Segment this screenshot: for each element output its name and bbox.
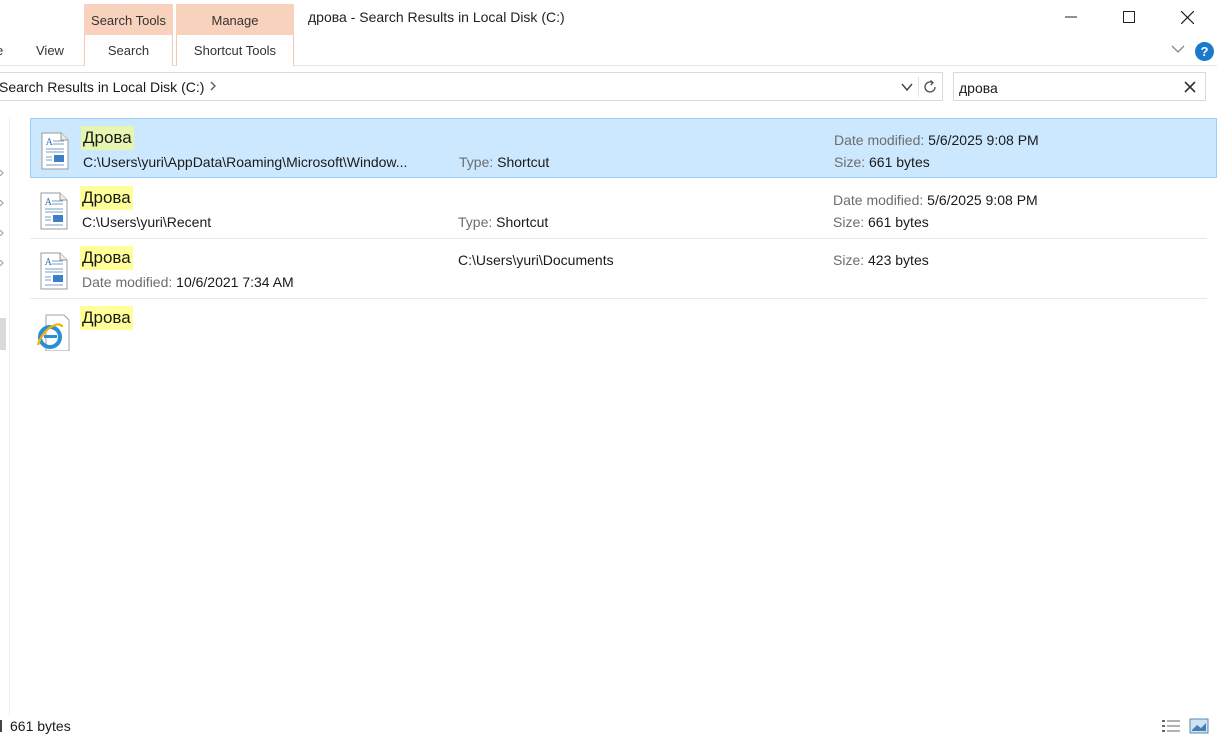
date-label: Date modified: [833, 192, 924, 208]
date-value: 10/6/2021 7:34 AM [176, 274, 294, 290]
expand-arrow-icon[interactable] [0, 260, 4, 266]
nav-selected-item[interactable] [0, 318, 6, 350]
maximize-button[interactable] [1100, 0, 1158, 34]
help-icon[interactable]: ? [1195, 42, 1214, 61]
file-size: Size: 661 bytes [834, 154, 930, 170]
breadcrumb[interactable]: Search Results in Local Disk (C:) [0, 79, 204, 95]
ribbon-tab-cut[interactable]: e [0, 35, 6, 66]
ribbon-tab-search[interactable]: Search [84, 35, 173, 66]
size-label: Size: [833, 214, 865, 230]
title-bar: e View Search Tools Search Manage Shortc… [0, 0, 1217, 66]
date-label: Date modified: [82, 274, 173, 290]
status-bar: 661 bytes [0, 715, 1217, 737]
file-name: Дрова [80, 246, 133, 270]
type-label: Type: [458, 214, 493, 230]
expand-arrow-icon[interactable] [0, 230, 4, 236]
date-modified: Date modified: 5/6/2025 9:08 PM [834, 132, 1039, 148]
navigation-pane[interactable] [0, 118, 10, 716]
expand-arrow-icon[interactable] [0, 200, 4, 206]
chevron-down-icon[interactable] [899, 79, 915, 95]
window-title: дрова - Search Results in Local Disk (C:… [308, 9, 565, 25]
shortcut-document-icon: A [41, 132, 69, 170]
type-value: Shortcut [497, 154, 550, 170]
search-input[interactable]: дрова [959, 80, 998, 96]
file-name: Дрова [80, 306, 133, 330]
status-text: 661 bytes [10, 718, 71, 734]
size-value: 423 bytes [868, 252, 929, 268]
address-bar[interactable]: Search Results in Local Disk (C:) [0, 72, 943, 101]
search-box[interactable]: дрова [953, 72, 1206, 101]
minimize-button[interactable] [1042, 0, 1100, 34]
details-view-icon[interactable] [1161, 718, 1181, 734]
date-modified: Date modified: 5/6/2025 9:08 PM [833, 192, 1038, 208]
large-icons-view-icon[interactable] [1189, 718, 1209, 734]
file-type: Type: Shortcut [459, 154, 549, 170]
chevron-down-icon[interactable] [1170, 41, 1186, 57]
chevron-right-icon[interactable] [207, 79, 219, 93]
manage-header: Manage [176, 4, 294, 35]
svg-text:A: A [44, 258, 52, 268]
result-row[interactable]: Дрова [30, 299, 1207, 359]
file-size: Size: 661 bytes [833, 214, 929, 230]
svg-text:A: A [45, 138, 53, 148]
refresh-icon[interactable] [921, 78, 939, 96]
divider [918, 77, 919, 97]
shortcut-document-icon: A [40, 192, 68, 230]
result-row[interactable]: A Дрова Date modified: 10/6/2021 7:34 AM… [30, 239, 1207, 299]
result-row[interactable]: A Дрова C:\Users\yuri\Recent Type: Short… [30, 179, 1207, 239]
size-label: Size: [833, 252, 865, 268]
svg-text:A: A [44, 198, 52, 208]
file-path: C:\Users\yuri\AppData\Roaming\Microsoft\… [83, 154, 408, 170]
file-path: C:\Users\yuri\Recent [82, 214, 212, 230]
type-label: Type: [459, 154, 494, 170]
type-value: Shortcut [496, 214, 549, 230]
close-button[interactable] [1158, 0, 1216, 34]
close-icon [1180, 10, 1194, 24]
file-location: C:\Users\yuri\Documents [458, 252, 614, 268]
date-value: 5/6/2025 9:08 PM [928, 132, 1039, 148]
status-divider [0, 720, 2, 732]
size-label: Size: [834, 154, 866, 170]
date-value: 5/6/2025 9:08 PM [927, 192, 1038, 208]
result-row[interactable]: A Дрова C:\Users\yuri\AppData\Roaming\Mi… [30, 118, 1217, 178]
file-size: Size: 423 bytes [833, 252, 929, 268]
text-document-icon: A [40, 252, 68, 290]
internet-explorer-shortcut-icon [36, 314, 70, 351]
size-value: 661 bytes [869, 154, 930, 170]
date-modified: Date modified: 10/6/2021 7:34 AM [82, 274, 294, 290]
ribbon-tab-view[interactable]: View [36, 35, 64, 66]
search-tools-header: Search Tools [84, 4, 173, 35]
file-name: Дрова [80, 186, 133, 210]
maximize-icon [1123, 11, 1135, 23]
clear-search-icon[interactable] [1183, 80, 1197, 94]
expand-arrow-icon[interactable] [0, 170, 4, 176]
size-value: 661 bytes [868, 214, 929, 230]
file-name: Дрова [81, 126, 134, 150]
ribbon-tab-shortcut-tools[interactable]: Shortcut Tools [176, 35, 294, 66]
date-label: Date modified: [834, 132, 925, 148]
minimize-icon [1065, 16, 1077, 18]
file-type: Type: Shortcut [458, 214, 548, 230]
